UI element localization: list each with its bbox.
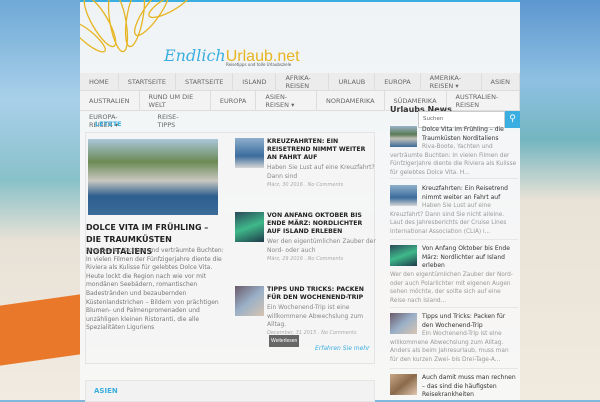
sidebar-news-item: Tipps und Tricks: Packen für den Wochene… [390,313,518,364]
sidebar-news-item: Dolce Vita im Frühling – die Traumküsten… [390,126,518,177]
divider [390,239,518,240]
asien-section: ASIEN [85,380,375,402]
nav-europa-2[interactable]: EUROPA [211,91,257,110]
nav-asien[interactable]: ASIEN [482,73,520,90]
nav-island[interactable]: ISLAND [233,73,277,90]
nav-europa[interactable]: EUROPA [375,73,421,90]
post-excerpt: Ein Wochenend-Trip ist eine willkommene … [267,304,364,329]
news-title[interactable]: Von Anfang Oktober bis Ende März: Nordli… [422,245,518,271]
news-title[interactable]: Dolce Vita im Frühling – die Traumküsten… [422,126,518,143]
post-thumbnail[interactable] [235,286,264,316]
search-icon: ⚲ [509,114,516,124]
news-thumbnail[interactable] [390,185,417,206]
news-thumbnail[interactable] [390,313,417,334]
nav-australien-reisen[interactable]: AUSTRALIEN-REISEN [447,91,520,110]
post-meta: März, 30 2016 . No Comments [267,182,344,188]
nav-startseite-2[interactable]: STARTSEITE [176,73,234,90]
featured-post-image[interactable] [88,139,218,215]
post-title[interactable]: VON ANFANG OKTOBER BIS ENDE MÄRZ: NORDLI… [267,212,377,236]
featured-post-excerpt: Riva-Boote, Yachten und verträumte Bucht… [86,247,224,332]
news-thumbnail[interactable] [390,374,417,395]
news-excerpt: Ein Wochenend-Trip ist eine willkommene … [390,331,509,363]
site-logo[interactable]: EndlichUrlaub.net Reisetipps und tolle U… [80,0,520,72]
nav-nordamerika[interactable]: NORDAMERIKA [317,91,385,110]
sidebar-news-item: Kreuzfahrten: Ein Reisetrend nimmt weite… [390,185,518,236]
nav-afrika-reisen[interactable]: AFRIKA-REISEN [276,73,330,90]
divider [390,307,518,308]
news-excerpt: Haben Sie Lust auf eine Kreuzfahrt? Dann… [390,203,507,235]
page-container: EndlichUrlaub.net Reisetipps und tolle U… [80,0,520,402]
nav-amerika-reisen[interactable]: AMERIKA-REISEN ▾ [421,73,482,90]
post-excerpt: Haben Sie Lust auf eine Kreuzfahrt? Dann… [267,164,375,180]
nav-startseite[interactable]: STARTSEITE [119,73,177,90]
sun-lounger [0,294,80,366]
news-title[interactable]: Kreuzfahrten: Ein Reisetrend nimmt weite… [422,185,518,202]
nav-reise-tipps[interactable]: REISE-TIPPS [148,111,200,131]
nav-rund-um-die-welt[interactable]: RUND UM DIE WELT [140,91,211,110]
logo-tagline: Reisetipps und tolle Urlaubsziele [226,62,292,67]
news-title[interactable]: Tipps und Tricks: Packen für den Wochene… [422,313,518,330]
read-more-button[interactable]: Weiterlesen [269,335,300,347]
more-link[interactable]: Erfahren Sie mehr [315,345,370,352]
section-label-asien: ASIEN [94,387,118,395]
news-thumbnail[interactable] [390,245,417,266]
post-thumbnail[interactable] [235,138,264,168]
post-meta: December, 31 2015 . No Comments [267,330,357,336]
nav-home[interactable]: HOME [80,73,119,90]
main-nav-row-2: AUSTRALIEN RUND UM DIE WELT EUROPA ASIEN… [80,91,520,111]
nav-asien-reisen[interactable]: ASIEN-REISEN ▾ [256,91,317,110]
logo-word-endlich: Endlich [164,46,226,65]
news-thumbnail[interactable] [390,126,417,147]
post-title[interactable]: TIPPS UND TRICKS: PACKEN FÜR DEN WOCHENE… [267,286,377,302]
background-beach-left [0,0,80,400]
divider [390,368,518,369]
news-excerpt: Wer den eigentümlichen Zauber der Nord- … [390,272,513,304]
nav-australien[interactable]: AUSTRALIEN [80,91,140,110]
post-meta: März, 29 2016 . No Comments [267,256,344,262]
sidebar-news-item: Von Anfang Oktober bis Ende März: Nordli… [390,245,518,305]
news-excerpt: Riva-Boote, Yachten und verträumte Bucht… [390,144,517,176]
divider [390,178,518,179]
news-title[interactable]: Auch damit muss man rechnen – das sind d… [422,374,518,400]
post-title[interactable]: KREUZFAHRTEN: EIN REISETREND NIMMT WEITE… [267,138,377,162]
main-nav-row-1: HOME STARTSEITE STARTSEITE ISLAND AFRIKA… [80,73,520,91]
post-excerpt: Wer den eigentümlichen Zauber der Nord- … [267,238,376,254]
background-beach-right [520,0,600,400]
section-label-letzte: LETZTE [95,120,122,128]
nav-urlaub[interactable]: URLAUB [329,73,376,90]
post-thumbnail[interactable] [235,212,264,242]
